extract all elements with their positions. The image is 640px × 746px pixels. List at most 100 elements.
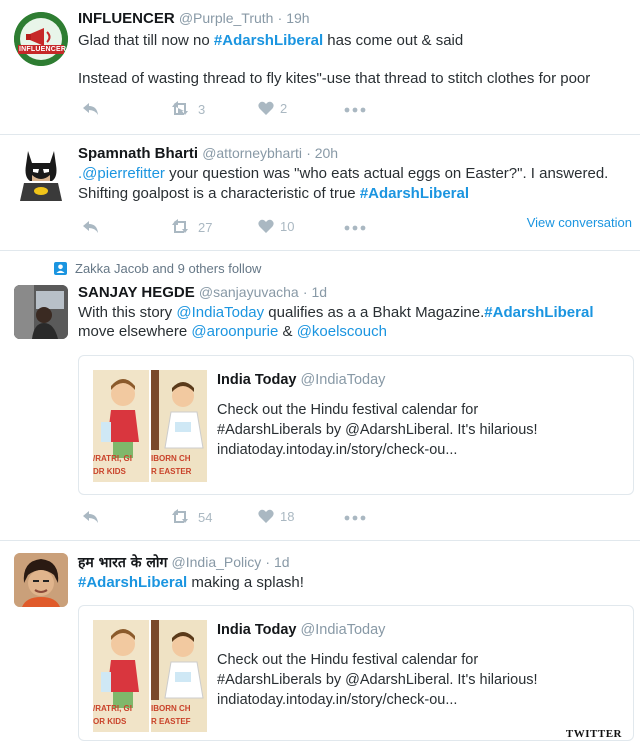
reply-button[interactable] xyxy=(82,509,100,525)
text-segment: Shifting goalpost is a characteristic of… xyxy=(78,185,360,202)
user-handle[interactable]: @attorneybharti xyxy=(202,145,302,161)
watermark: TWITTER xyxy=(565,728,622,740)
card-handle[interactable]: @IndiaToday xyxy=(301,372,386,388)
tweet-header: हम भारत के लोग @India_Policy · 1d xyxy=(78,553,290,572)
thumb-panel-right: IBORN CH R EASTEF xyxy=(151,620,207,732)
tweet-actions: 54 18 xyxy=(82,509,382,529)
retweet-button[interactable]: 54 xyxy=(170,509,212,525)
text-segment: has come out & said xyxy=(323,32,464,49)
like-button[interactable]: 10 xyxy=(258,219,294,234)
tweet-actions: 3 2 xyxy=(82,101,382,121)
more-button[interactable] xyxy=(344,515,366,521)
cartoon-man-icon xyxy=(151,370,207,482)
thumb-caption-1: /RATRI, GI xyxy=(93,704,132,713)
avatar-label: INFLUENCER xyxy=(19,46,67,53)
like-count: 10 xyxy=(280,219,295,234)
more-icon xyxy=(344,225,366,231)
card-thumbnail[interactable]: /RATRI, GI DR KIDS IBORN CH R EASTER xyxy=(93,370,207,482)
retweet-button[interactable]: 3 xyxy=(170,101,205,117)
heart-icon xyxy=(258,101,274,115)
hashtag-link[interactable]: #AdarshLiberal xyxy=(360,185,469,202)
reply-icon xyxy=(83,221,98,233)
avatar[interactable] xyxy=(14,285,68,339)
reply-button[interactable] xyxy=(82,219,100,235)
tweet-2[interactable]: Spamnath Bharti @attorneybharti · 20h .@… xyxy=(0,135,640,251)
retweet-button[interactable]: 27 xyxy=(170,219,212,235)
reply-icon xyxy=(83,103,98,115)
tweet-text-line-2: Instead of wasting thread to fly kites"-… xyxy=(78,70,591,87)
user-handle[interactable]: @Purple_Truth xyxy=(179,10,274,26)
reply-icon xyxy=(83,511,98,523)
hashtag-link[interactable]: #AdarshLiberal xyxy=(214,32,323,49)
mention-link[interactable]: @aroonpurie xyxy=(191,323,278,340)
mention-link[interactable]: .@pierrefitter xyxy=(78,165,165,182)
like-button[interactable]: 2 xyxy=(258,101,287,116)
card-thumbnail[interactable]: /RATRI, GI OR KIDS IBORN CH R EASTEF xyxy=(93,620,207,732)
card-body: India Today @IndiaToday Check out the Hi… xyxy=(217,620,538,710)
thumb-caption-2: DR KIDS xyxy=(93,467,126,476)
avatar[interactable] xyxy=(14,553,68,607)
like-button[interactable]: 18 xyxy=(258,509,294,524)
heart-icon xyxy=(258,509,274,523)
card-line-2: #AdarshLiberals by @AdarshLiberal. It's … xyxy=(217,422,538,438)
tweet-header: SANJAY HEGDE @sanjayuvacha · 1d xyxy=(78,284,327,301)
tweet-3[interactable]: Zakka Jacob and 9 others follow SANJAY H… xyxy=(0,251,640,541)
card-url[interactable]: indiatoday.intoday.in/story/check-ou... xyxy=(217,440,538,460)
link-card[interactable]: /RATRI, GI DR KIDS IBORN CH R EASTER Ind… xyxy=(78,355,634,495)
more-icon xyxy=(344,515,366,521)
batman-avatar-icon xyxy=(20,151,62,201)
display-name[interactable]: हम भारत के लोग xyxy=(78,555,167,571)
card-handle[interactable]: @IndiaToday xyxy=(301,622,386,638)
tweet-4[interactable]: हम भारत के लोग @India_Policy · 1d #Adars… xyxy=(0,541,640,746)
display-name[interactable]: Spamnath Bharti xyxy=(78,145,198,162)
more-button[interactable] xyxy=(344,225,366,231)
tweet-text-line-2: Shifting goalpost is a characteristic of… xyxy=(78,184,469,204)
tweet-text-line-1: #AdarshLiberal making a splash! xyxy=(78,573,304,593)
tweet-text-line-1: With this story @IndiaToday qualifies as… xyxy=(78,303,594,323)
link-card[interactable]: /RATRI, GI OR KIDS IBORN CH R EASTEF Ind… xyxy=(78,605,634,741)
retweet-icon xyxy=(172,219,188,233)
card-line-1: Check out the Hindu festival calendar fo… xyxy=(217,652,479,668)
card-body: India Today @IndiaToday Check out the Hi… xyxy=(217,370,538,460)
text-segment: & xyxy=(278,323,297,340)
card-line-2: #AdarshLiberals by @AdarshLiberal. It's … xyxy=(217,672,538,688)
avatar[interactable] xyxy=(14,147,68,201)
influencer-logo-icon xyxy=(14,12,68,66)
card-url[interactable]: indiatoday.intoday.in/story/check-ou... xyxy=(217,690,538,710)
thumb-panel-left: /RATRI, GI OR KIDS xyxy=(93,620,149,732)
thumb-panel-right: IBORN CH R EASTER xyxy=(151,370,207,482)
timestamp[interactable]: · 1d xyxy=(265,554,289,570)
retweet-count: 27 xyxy=(198,219,213,235)
retweet-icon xyxy=(172,101,188,115)
thumb-panel-left: /RATRI, GI DR KIDS xyxy=(93,370,149,482)
text-segment: qualifies as a a Bhakt Magazine. xyxy=(264,304,485,321)
user-handle[interactable]: @sanjayuvacha xyxy=(199,284,299,300)
card-title[interactable]: India Today xyxy=(217,622,297,638)
mention-link[interactable]: @koelscouch xyxy=(297,323,387,340)
timestamp[interactable]: · 20h xyxy=(306,145,338,161)
display-name[interactable]: SANJAY HEGDE xyxy=(78,284,195,301)
like-count: 2 xyxy=(280,101,288,116)
social-context-text: Zakka Jacob and 9 others follow xyxy=(75,261,262,276)
display-name[interactable]: INFLUENCER xyxy=(78,10,175,27)
more-button[interactable] xyxy=(344,107,366,113)
text-segment: With this story xyxy=(78,304,177,321)
reply-button[interactable] xyxy=(82,101,100,117)
text-segment: your question was "who eats actual eggs … xyxy=(164,165,609,182)
mention-link[interactable]: @IndiaToday xyxy=(176,304,264,321)
timestamp[interactable]: · 1d xyxy=(303,284,327,300)
hashtag-link[interactable]: #AdarshLiberal xyxy=(484,304,593,321)
card-title[interactable]: India Today xyxy=(217,372,297,388)
tweet-text-line-1: Glad that till now no #AdarshLiberal has… xyxy=(78,31,463,51)
avatar[interactable]: INFLUENCER xyxy=(14,12,68,66)
timestamp[interactable]: · 19h xyxy=(278,10,310,26)
tweet-actions: 27 10 xyxy=(82,219,382,239)
card-header: India Today @IndiaToday xyxy=(217,620,538,640)
view-conversation-link[interactable]: View conversation xyxy=(527,215,632,230)
tweet-header: Spamnath Bharti @attorneybharti · 20h xyxy=(78,145,338,162)
thumb-caption-4: R EASTEF xyxy=(151,717,191,726)
user-handle[interactable]: @India_Policy xyxy=(172,554,262,570)
hashtag-link[interactable]: #AdarshLiberal xyxy=(78,574,187,591)
thumb-caption-3: IBORN CH xyxy=(151,704,191,713)
tweet-1[interactable]: INFLUENCER INFLUENCER @Purple_Truth · 19… xyxy=(0,0,640,135)
